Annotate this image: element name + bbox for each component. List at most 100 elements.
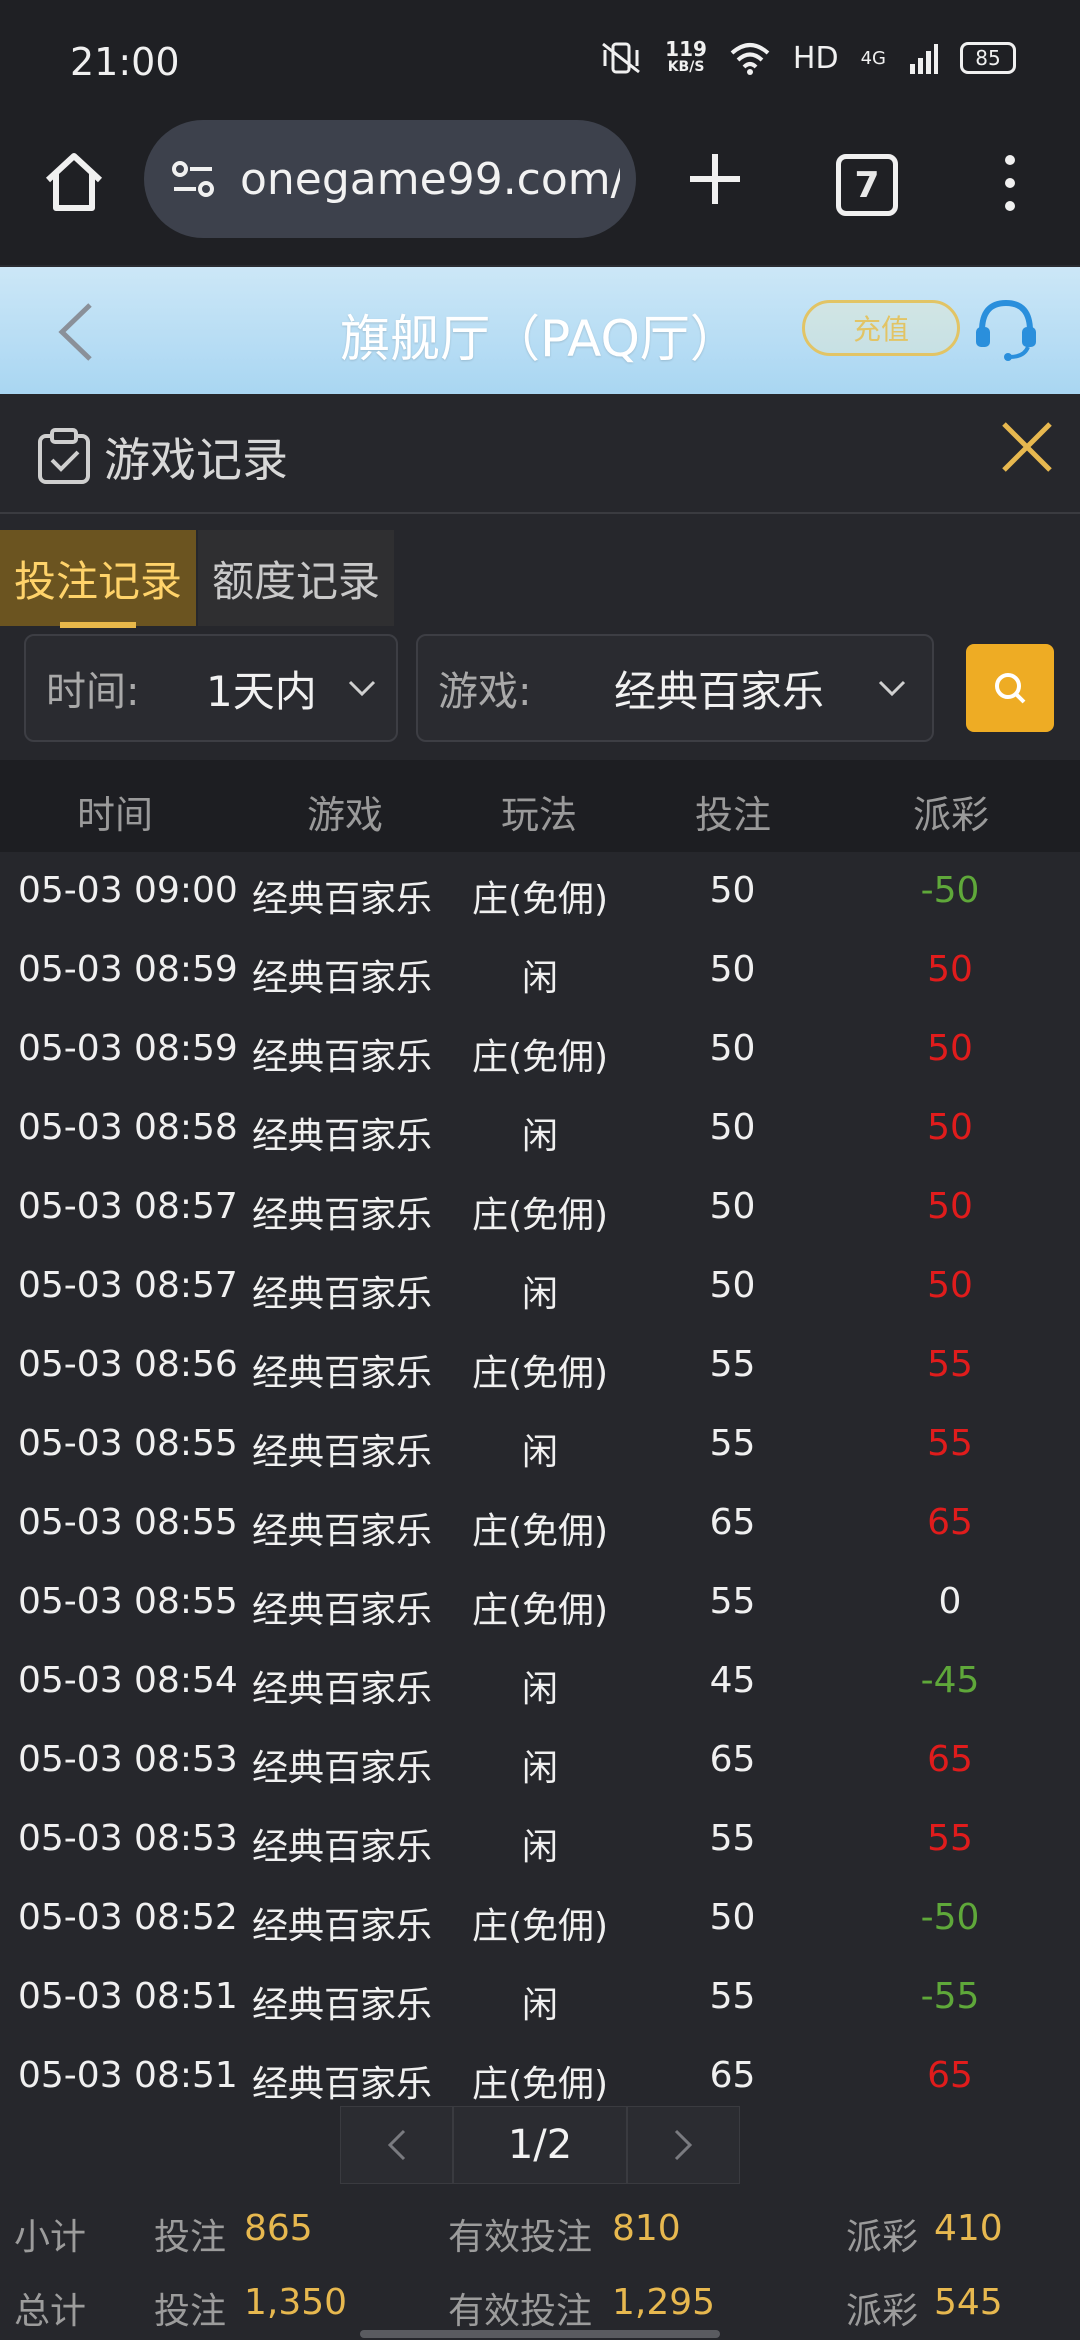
cell-bet: 55 <box>709 1818 756 1859</box>
cell-payout: -45 <box>920 1660 980 1701</box>
cell-time: 05-03 08:55 <box>18 1423 238 1464</box>
cell-payout: -50 <box>920 870 980 911</box>
column-header-play: 玩法 <box>500 793 577 837</box>
cell-payout: -50 <box>920 1897 980 1938</box>
cell-time: 05-03 08:53 <box>18 1739 238 1780</box>
close-icon[interactable] <box>998 418 1056 476</box>
cell-game: 经典百家乐 <box>252 1353 433 1394</box>
cell-time: 05-03 08:51 <box>18 2055 238 2096</box>
chevron-down-icon <box>348 680 376 697</box>
cell-time: 05-03 08:59 <box>18 949 238 990</box>
cell-bet: 50 <box>709 1265 756 1306</box>
tab-bet-records[interactable]: 投注记录 <box>0 530 196 628</box>
cell-game: 经典百家乐 <box>252 1669 433 1710</box>
cell-bet: 55 <box>709 1423 756 1464</box>
browser-toolbar: onegame99.com/ 7 <box>0 120 1080 267</box>
cell-time: 05-03 08:57 <box>18 1265 238 1306</box>
panel-title: 游戏记录 <box>104 433 288 487</box>
game-filter-dropdown[interactable]: 游戏: 经典百家乐 <box>416 634 934 742</box>
site-settings-icon[interactable] <box>164 149 224 209</box>
cell-payout: 65 <box>927 1739 973 1780</box>
battery-icon: 85 <box>960 42 1016 74</box>
total-valid-value: 1,295 <box>612 2282 716 2323</box>
battery-level: 85 <box>975 46 1001 70</box>
cell-bet: 65 <box>709 1502 756 1543</box>
cell-play: 闲 <box>521 1432 558 1473</box>
cell-game: 经典百家乐 <box>252 1590 433 1631</box>
table-row: 05-03 08:58 经典百家乐 闲 50 50 <box>0 1089 1080 1168</box>
table-row: 05-03 08:54 经典百家乐 闲 45 -45 <box>0 1642 1080 1721</box>
tab-switcher-button[interactable]: 7 <box>836 154 898 216</box>
table-header: 时间 游戏 玩法 投注 派彩 <box>0 760 1080 852</box>
more-menu-icon[interactable] <box>990 148 1030 218</box>
tab-credit-records[interactable]: 额度记录 <box>198 530 394 626</box>
cell-game: 经典百家乐 <box>252 958 433 999</box>
column-header-time: 时间 <box>76 793 153 837</box>
cell-bet: 55 <box>709 1344 756 1385</box>
cell-game: 经典百家乐 <box>252 1985 433 2026</box>
cell-play: 庄(免佣) <box>471 879 609 920</box>
hd-indicator: HD <box>792 40 839 76</box>
time-filter-label: 时间: <box>46 669 140 715</box>
cell-play: 闲 <box>521 1748 558 1789</box>
cell-bet: 55 <box>709 1581 756 1622</box>
cell-time: 05-03 08:55 <box>18 1581 238 1622</box>
time-filter-dropdown[interactable]: 时间: 1天内 <box>24 634 398 742</box>
table-row: 05-03 08:57 经典百家乐 闲 50 50 <box>0 1247 1080 1326</box>
cell-bet: 50 <box>709 1028 756 1069</box>
tab-label: 投注记录 <box>13 556 182 606</box>
cell-game: 经典百家乐 <box>252 1195 433 1236</box>
cell-bet: 65 <box>709 1739 756 1780</box>
total-valid-label: 有效投注 <box>448 2291 593 2332</box>
total-bet-value: 1,350 <box>244 2282 348 2323</box>
new-tab-icon[interactable] <box>680 144 750 214</box>
recharge-button[interactable]: 充值 <box>802 300 960 356</box>
total-payout-label: 派彩 <box>846 2291 919 2332</box>
clock: 21:00 <box>70 40 180 84</box>
cell-play: 庄(免佣) <box>471 1590 609 1631</box>
cell-time: 05-03 08:51 <box>18 1976 238 2017</box>
next-page-button[interactable] <box>626 2106 740 2184</box>
subtotal-valid-label: 有效投注 <box>448 2217 593 2258</box>
time-filter-value: 1天内 <box>206 666 317 716</box>
cell-play: 闲 <box>521 1116 558 1157</box>
search-icon <box>995 673 1026 704</box>
search-button[interactable] <box>966 644 1054 732</box>
table-row: 05-03 08:55 经典百家乐 庄(免佣) 55 0 <box>0 1563 1080 1642</box>
table-row: 05-03 08:57 经典百家乐 庄(免佣) 50 50 <box>0 1168 1080 1247</box>
home-icon[interactable] <box>38 146 110 218</box>
chevron-down-icon <box>878 680 906 697</box>
cell-payout: 50 <box>927 1186 973 1227</box>
cell-game: 经典百家乐 <box>252 1748 433 1789</box>
cell-time: 05-03 08:58 <box>18 1107 238 1148</box>
prev-page-button[interactable] <box>340 2106 454 2184</box>
cell-payout: 55 <box>927 1423 973 1464</box>
cell-payout: 50 <box>927 949 973 990</box>
cell-bet: 65 <box>709 2055 756 2096</box>
speed-unit: KB/S <box>667 59 705 75</box>
table-row: 05-03 09:00 经典百家乐 庄(免佣) 50 -50 <box>0 852 1080 931</box>
cell-payout: 50 <box>927 1028 973 1069</box>
table-row: 05-03 08:51 经典百家乐 闲 55 -55 <box>0 1958 1080 2037</box>
active-tab-indicator <box>60 622 136 628</box>
address-bar[interactable]: onegame99.com/ <box>144 120 636 238</box>
pagination: 1/2 <box>340 2106 740 2184</box>
cell-play: 庄(免佣) <box>471 1906 609 1947</box>
clipboard-check-icon <box>38 428 90 484</box>
wifi-icon <box>730 43 770 75</box>
table-row: 05-03 08:53 经典百家乐 闲 65 65 <box>0 1721 1080 1800</box>
url-text[interactable]: onegame99.com/ <box>240 154 620 205</box>
cell-game: 经典百家乐 <box>252 1827 433 1868</box>
table-row: 05-03 08:51 经典百家乐 庄(免佣) 65 65 <box>0 2037 1080 2116</box>
column-header-bet: 投注 <box>694 793 771 837</box>
column-header-payout: 派彩 <box>912 793 989 837</box>
cell-bet: 50 <box>709 949 756 990</box>
cell-play: 闲 <box>521 958 558 999</box>
cell-play: 庄(免佣) <box>471 1511 609 1552</box>
subtotal-payout-label: 派彩 <box>846 2217 919 2258</box>
cell-payout: 55 <box>927 1818 973 1859</box>
cell-time: 05-03 08:56 <box>18 1344 238 1385</box>
subtotal-row: 小计 投注 865 有效投注 810 派彩 410 <box>0 2194 1080 2264</box>
cell-payout: 0 <box>938 1581 962 1622</box>
customer-service-icon[interactable] <box>968 291 1044 367</box>
